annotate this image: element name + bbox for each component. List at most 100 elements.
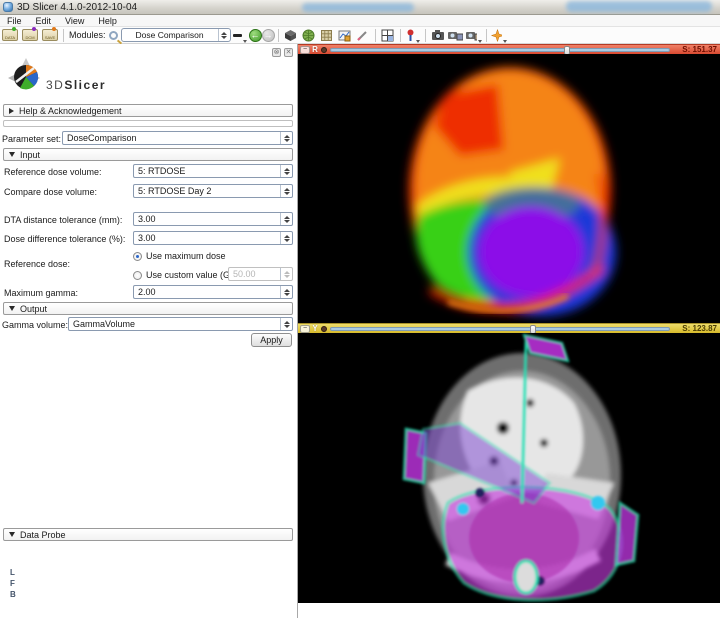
toolbar-separator (375, 29, 376, 42)
orientation-b-label: B (10, 590, 16, 599)
collapsed-strip (3, 120, 293, 127)
red-slice-view[interactable] (298, 54, 720, 323)
redacted-text (566, 1, 712, 12)
annotation-pencil-icon[interactable] (355, 28, 371, 43)
parameter-set-combobox[interactable]: DoseComparison (62, 131, 293, 145)
apply-button[interactable]: Apply (251, 333, 292, 347)
add-icon (12, 27, 16, 31)
dose-difference-spinbox[interactable]: 3.00 (133, 231, 293, 245)
yellow-view-letter: Y (310, 324, 320, 333)
mouse-mode-icon[interactable] (405, 28, 421, 43)
reference-volume-combobox[interactable]: 5: RTDOSE (133, 164, 293, 178)
spinbox-arrows-icon[interactable] (280, 232, 292, 244)
reference-dose-label: Reference dose: (4, 259, 70, 269)
expanded-arrow-icon (9, 306, 15, 311)
compare-volume-combobox[interactable]: 5: RTDOSE Day 2 (133, 184, 293, 198)
layout-selector-icon[interactable] (380, 28, 396, 43)
main-toolbar: DATA DCM SAVE Modules: Dose Comparison ←… (0, 27, 720, 44)
red-slice-slider[interactable] (330, 48, 670, 52)
menu-help[interactable]: Help (91, 15, 124, 27)
menu-view[interactable]: View (58, 15, 91, 27)
redacted-text (302, 3, 414, 12)
orientation-f-label: F (10, 579, 15, 588)
save-arrow-icon (52, 27, 56, 31)
module-search-icon[interactable] (109, 31, 118, 40)
toolbar-separator (486, 29, 487, 42)
app-icon (3, 2, 13, 12)
module-selector-value: Dose Comparison (122, 30, 218, 40)
dta-tolerance-label: DTA distance tolerance (mm): (4, 215, 122, 225)
use-maximum-dose-radio[interactable]: Use maximum dose (133, 251, 226, 261)
orientation-l-label: L (10, 568, 15, 577)
use-custom-value-radio[interactable]: Use custom value (Gy): (133, 270, 240, 280)
menu-file[interactable]: File (0, 15, 29, 27)
dose-difference-label: Dose difference tolerance (%): (4, 234, 125, 244)
data-probe-section-header[interactable]: Data Probe (3, 528, 293, 541)
collapsed-arrow-icon (9, 108, 14, 114)
red-slice-controller-bar: − R S: 151.37 (298, 44, 720, 54)
expanded-arrow-icon (9, 152, 15, 157)
menu-edit[interactable]: Edit (29, 15, 59, 27)
scene-view-restore-icon[interactable] (466, 28, 482, 43)
slicer-logo-text: 3DSlicer (46, 78, 106, 92)
reference-volume-label: Reference dose volume: (4, 167, 102, 177)
combo-arrows-icon[interactable] (280, 185, 292, 197)
save-button[interactable]: SAVE (42, 29, 58, 41)
modules-label: Modules: (69, 30, 106, 40)
menu-bar: File Edit View Help (0, 15, 720, 27)
help-acknowledgement-section[interactable]: Help & Acknowledgement (3, 104, 293, 117)
gamma-volume-combobox[interactable]: GammaVolume (68, 317, 293, 331)
panel-close-icon[interactable]: ✕ (284, 48, 293, 57)
window-titlebar[interactable]: 3D Slicer 4.1.0-2012-10-04 (0, 0, 720, 15)
ct-gamma-overlay-image (298, 333, 720, 603)
load-dicom-button[interactable]: DCM (22, 29, 38, 41)
custom-dose-spinbox: 50.00 (228, 267, 293, 281)
scene-cube-icon[interactable] (283, 28, 299, 43)
module-selector[interactable]: Dose Comparison (121, 28, 231, 42)
collapse-view-button[interactable]: − (300, 325, 310, 333)
slicer-logo (4, 56, 48, 104)
red-view-letter: R (310, 45, 320, 54)
radio-checked-icon[interactable] (133, 252, 142, 261)
maximum-gamma-label: Maximum gamma: (4, 288, 78, 298)
toolbar-separator (63, 29, 64, 42)
combo-arrows-icon[interactable] (280, 132, 292, 144)
radio-unchecked-icon[interactable] (133, 271, 142, 280)
load-data-button[interactable]: DATA (2, 29, 18, 41)
toolbar-separator (400, 29, 401, 42)
maximum-gamma-spinbox[interactable]: 2.00 (133, 285, 293, 299)
panel-pin-icon[interactable]: ⊗ (272, 48, 281, 57)
pin-icon[interactable] (321, 47, 327, 53)
module-back-button[interactable]: ← (249, 29, 262, 42)
output-section-header[interactable]: Output (3, 302, 293, 315)
input-section-header[interactable]: Input (3, 148, 293, 161)
gamma-volume-label: Gamma volume: (2, 320, 68, 330)
combo-arrows-icon[interactable] (218, 29, 230, 41)
dose-colorwash-image (298, 54, 720, 323)
module-sphere-icon[interactable] (301, 28, 317, 43)
crosshair-icon[interactable] (491, 28, 507, 43)
module-history-button[interactable] (232, 28, 248, 43)
toolbar-separator (278, 29, 279, 42)
scene-view-add-icon[interactable] (448, 28, 464, 43)
combo-arrows-icon[interactable] (280, 165, 292, 177)
dicom-icon (32, 27, 36, 31)
dta-tolerance-spinbox[interactable]: 3.00 (133, 212, 293, 226)
module-panel: ⊗ ✕ 3DSlicer Help & Acknowledgement Para… (0, 44, 298, 618)
yellow-slice-offset: S: 123.87 (676, 324, 720, 333)
window-title: 3D Slicer 4.1.0-2012-10-04 (17, 2, 137, 13)
expanded-arrow-icon (9, 532, 15, 537)
yellow-slice-controller-bar: − Y S: 123.87 (298, 323, 720, 333)
yellow-slice-slider[interactable] (330, 327, 670, 331)
screen-capture-icon[interactable] (337, 28, 353, 43)
collapse-view-button[interactable]: − (300, 46, 310, 54)
module-forward-button[interactable]: → (262, 29, 275, 42)
red-slice-offset: S: 151.37 (676, 45, 720, 54)
spinbox-arrows-icon[interactable] (280, 286, 292, 298)
pin-icon[interactable] (321, 326, 327, 332)
screenshot-icon[interactable] (430, 28, 446, 43)
combo-arrows-icon[interactable] (280, 318, 292, 330)
yellow-slice-view[interactable] (298, 333, 720, 603)
extensions-icon[interactable] (319, 28, 335, 43)
spinbox-arrows-icon[interactable] (280, 213, 292, 225)
